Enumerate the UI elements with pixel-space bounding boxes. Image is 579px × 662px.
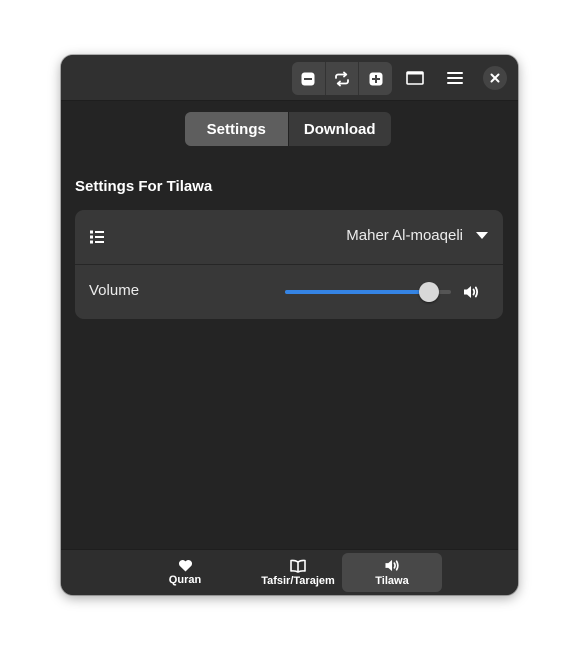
menu-icon: [447, 72, 463, 84]
nav-tafsir[interactable]: Tafsir/Tarajem: [241, 553, 355, 592]
reciter-dropdown-value[interactable]: Maher Al-moaqeli: [346, 227, 463, 244]
nav-quran[interactable]: Quran: [140, 553, 230, 592]
list-icon: [90, 230, 104, 244]
window-icon: [406, 71, 424, 85]
volume-row: Volume: [75, 265, 503, 319]
slider-knob[interactable]: [419, 282, 440, 302]
nav-tafsir-label: Tafsir/Tarajem: [261, 574, 335, 587]
tab-download[interactable]: Download: [287, 112, 392, 146]
pan-down-icon[interactable]: [476, 232, 488, 240]
repeat-button[interactable]: [326, 62, 360, 95]
view-switcher: Settings Download: [185, 112, 391, 146]
zoom-in-button[interactable]: [359, 62, 392, 95]
nav-quran-label: Quran: [168, 574, 202, 586]
zoom-in-icon: [369, 72, 383, 85]
repeat-icon: [335, 71, 349, 86]
close-button[interactable]: [483, 66, 507, 90]
volume-label: Volume: [89, 282, 140, 299]
close-icon: [490, 73, 500, 83]
volume-slider[interactable]: [283, 281, 453, 303]
slider-fill: [285, 290, 430, 294]
tab-settings[interactable]: Settings: [185, 112, 288, 146]
zoom-out-button[interactable]: [292, 62, 326, 95]
main-menu-button[interactable]: [444, 67, 466, 89]
speaker-icon[interactable]: [462, 283, 480, 301]
nav-tilawa-label: Tilawa: [375, 575, 409, 587]
app-window: Settings Download Settings For Tilawa Ma…: [61, 55, 518, 595]
reciter-row[interactable]: Maher Al-moaqeli: [75, 210, 503, 265]
window-button[interactable]: [404, 67, 426, 89]
speaker-icon: [384, 559, 399, 572]
heart-icon: [178, 560, 192, 572]
header-bar: [61, 55, 518, 101]
bottom-view-switcher: Quran Tafsir/Tarajem Tilawa: [61, 549, 518, 595]
zoom-button-group: [292, 62, 392, 95]
zoom-out-icon: [301, 72, 315, 85]
nav-tilawa[interactable]: Tilawa: [342, 553, 442, 592]
settings-card: Maher Al-moaqeli Volume: [75, 210, 503, 319]
section-title: Settings For Tilawa: [75, 178, 213, 195]
book-icon: [290, 559, 306, 573]
